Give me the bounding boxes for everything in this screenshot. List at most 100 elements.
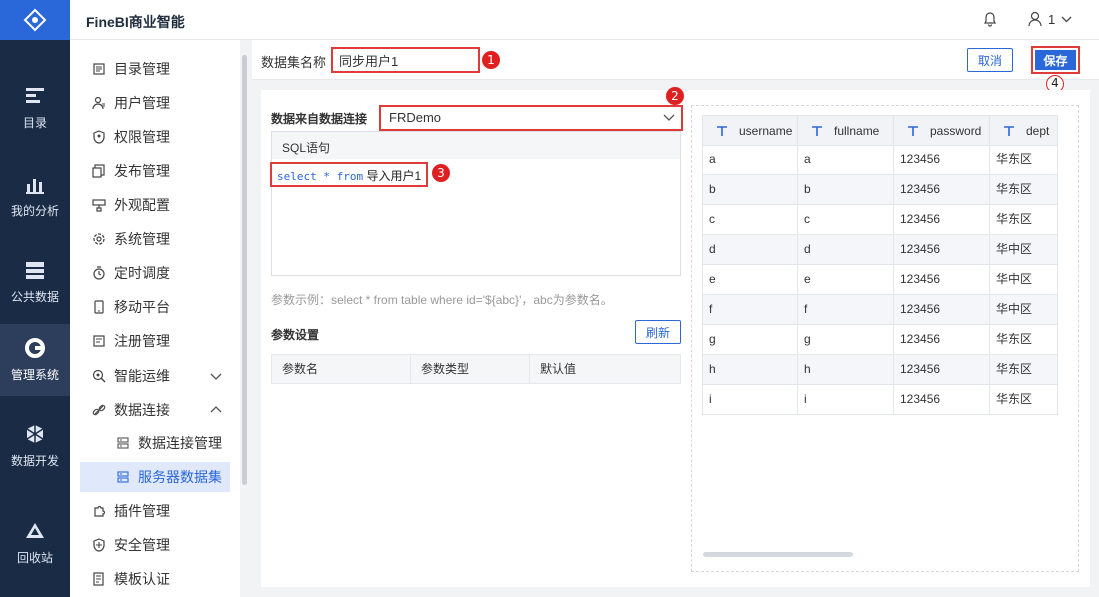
nav-rail: 目录 我的分析 公共数据 管理系统 数据开发 回收站 — [0, 0, 70, 597]
menu-item-6[interactable]: 系统管理 — [80, 224, 230, 254]
table-cell: 华东区 — [996, 152, 1033, 166]
table-cell: b — [798, 175, 894, 204]
param-settings-title: 参数设置 — [271, 328, 320, 342]
server-dataset-icon — [117, 471, 129, 483]
chevron-up-icon — [210, 406, 222, 413]
step-marker-1: 1 — [482, 51, 500, 69]
dataset-name-label: 数据集名称 — [261, 55, 327, 70]
menu-item-9[interactable]: 注册管理 — [80, 326, 230, 356]
menu-item-11[interactable]: 数据连接 — [80, 395, 230, 425]
preview-col-dept[interactable]: dept — [990, 116, 1059, 145]
preview-col-fullname[interactable]: fullname — [798, 116, 894, 145]
menu-item-5[interactable]: 外观配置 — [80, 190, 230, 220]
table-cell: a — [703, 145, 798, 174]
rail-item-management[interactable]: 管理系统 — [0, 324, 70, 396]
plugin-icon — [94, 505, 106, 517]
menu-item-16[interactable]: 模板认证 — [80, 564, 230, 594]
menu-item-7[interactable]: 定时调度 — [80, 258, 230, 288]
sql-keywords: select * from — [277, 170, 364, 183]
rail-label: 我的分析 — [10, 204, 59, 218]
sql-table-name: 导入用户1 — [366, 169, 422, 183]
management-icon — [25, 338, 45, 358]
table-cell: 123456 — [894, 355, 990, 384]
menu-item-13[interactable]: 服务器数据集 — [80, 462, 230, 492]
param-col-type: 参数类型 — [411, 355, 530, 383]
rail-label: 数据开发 — [10, 454, 59, 468]
text-type-icon — [717, 125, 727, 136]
menu-item-4[interactable]: 发布管理 — [80, 156, 230, 186]
table-cell: 123456 — [894, 205, 990, 234]
step-marker-2: 2 — [666, 87, 684, 105]
menu-scrollbar[interactable] — [242, 55, 247, 485]
menu-item-label: 插件管理 — [114, 503, 170, 519]
user-menu[interactable]: 1 — [1028, 11, 1072, 27]
menu-item-15[interactable]: 安全管理 — [80, 530, 230, 560]
menu-item-1[interactable]: 目录管理 — [80, 54, 230, 84]
table-cell: 123456 — [894, 295, 990, 324]
rail-item-recycle[interactable]: 回收站 — [0, 507, 70, 579]
menu-item-2[interactable]: 用户管理 — [80, 88, 230, 118]
connection-select[interactable]: FRDemo — [379, 105, 683, 131]
menu-item-3[interactable]: 权限管理 — [80, 122, 230, 152]
menu-item-label: 发布管理 — [114, 163, 170, 179]
sql-editor[interactable]: SQL语句 select * from 导入用户1 — [270, 131, 681, 276]
timer-icon — [93, 266, 105, 280]
preview-col-password[interactable]: password — [894, 116, 990, 145]
menu-item-label: 安全管理 — [114, 537, 170, 553]
table-row: d d 123456 华中区 — [702, 235, 1058, 265]
param-col-name: 参数名 — [272, 355, 411, 383]
user-icon — [1028, 11, 1042, 27]
user-icon — [92, 96, 105, 110]
preview-scrollbar[interactable] — [703, 552, 853, 557]
text-type-icon — [908, 125, 918, 136]
security-icon — [93, 538, 105, 552]
table-cell: 华中区 — [996, 272, 1033, 286]
table-cell: 123456 — [894, 325, 990, 354]
rail-item-analysis[interactable]: 我的分析 — [0, 160, 70, 232]
preview-col-username[interactable]: username — [703, 116, 798, 145]
rail-label: 目录 — [22, 116, 47, 130]
table-cell: h — [703, 355, 798, 384]
save-button[interactable]: 保存 — [1035, 50, 1076, 70]
rail-item-catalog[interactable]: 目录 — [0, 72, 70, 144]
sql-statement[interactable]: select * from 导入用户1 — [270, 162, 429, 187]
table-cell: i — [703, 385, 798, 414]
app-logo[interactable] — [0, 0, 70, 40]
rail-item-data-dev[interactable]: 数据开发 — [0, 410, 70, 482]
save-button-highlight: 保存 — [1031, 46, 1080, 74]
column-name: fullname — [834, 123, 880, 138]
chevron-down-icon — [663, 114, 675, 121]
menu-item-12[interactable]: 数据连接管理 — [80, 428, 230, 458]
template-icon — [93, 572, 104, 586]
menu-item-label: 数据连接 — [114, 402, 170, 418]
table-row: e e 123456 华中区 — [702, 265, 1058, 295]
app-title: FineBI商业智能 — [86, 14, 185, 30]
table-row: i i 123456 华东区 — [702, 385, 1058, 415]
rail-item-public-data[interactable]: 公共数据 — [0, 246, 70, 318]
table-cell: 华东区 — [996, 332, 1033, 346]
table-cell: 华中区 — [996, 242, 1033, 256]
dataset-name-input[interactable] — [331, 47, 480, 73]
menu-item-label: 数据连接管理 — [138, 435, 222, 451]
bell-icon[interactable] — [982, 11, 998, 27]
text-type-icon — [812, 125, 822, 136]
menu-item-8[interactable]: 移动平台 — [80, 292, 230, 322]
table-cell: c — [798, 205, 894, 234]
menu-item-label: 定时调度 — [114, 265, 170, 281]
table-cell: g — [798, 325, 894, 354]
menu-item-10[interactable]: 智能运维 — [80, 361, 230, 391]
cancel-button[interactable]: 取消 — [967, 48, 1013, 72]
table-row: f f 123456 华中区 — [702, 295, 1058, 325]
table-cell: h — [798, 355, 894, 384]
menu-item-label: 注册管理 — [114, 333, 170, 349]
column-name: password — [930, 123, 982, 138]
menu-item-14[interactable]: 插件管理 — [80, 496, 230, 526]
column-name: dept — [1026, 123, 1050, 138]
table-cell: 华东区 — [996, 182, 1033, 196]
column-name: username — [739, 123, 793, 138]
table-cell: 123456 — [894, 385, 990, 414]
param-col-default: 默认值 — [540, 362, 577, 376]
preview-table-header: username fullname password dept — [702, 115, 1058, 146]
user-name: 1 — [1048, 11, 1056, 27]
refresh-button[interactable]: 刷新 — [635, 320, 681, 344]
